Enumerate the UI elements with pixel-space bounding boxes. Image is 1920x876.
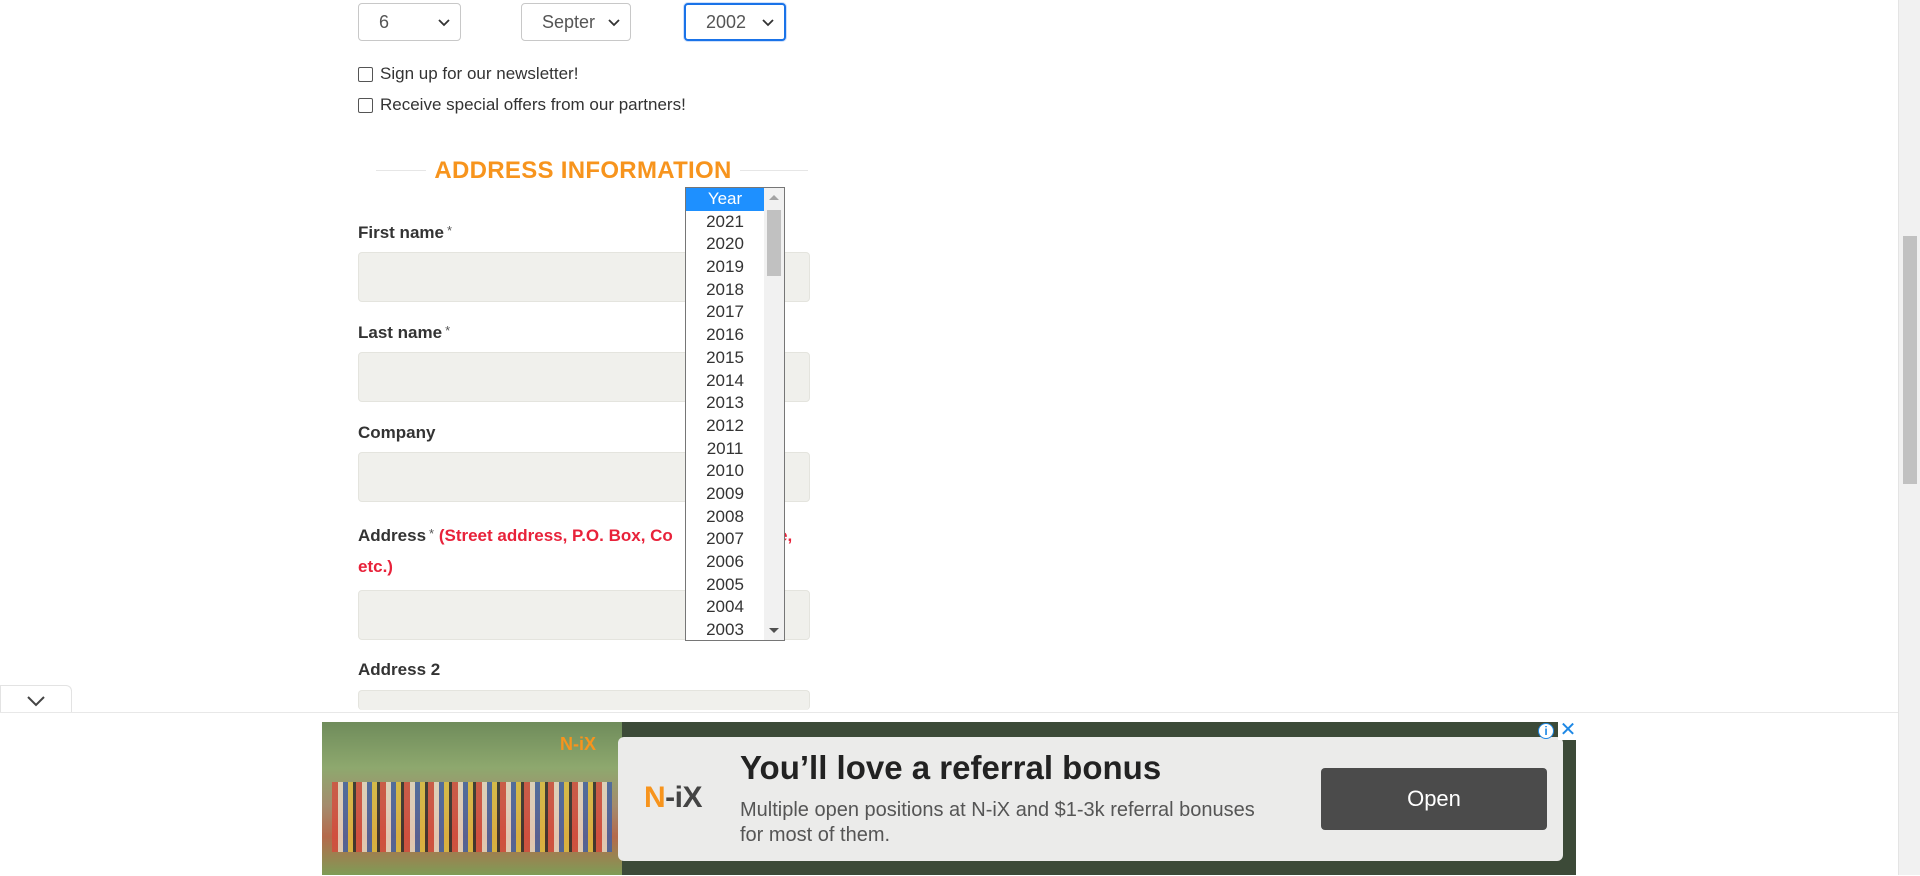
chevron-down-icon [608, 19, 620, 27]
year-option[interactable]: 2014 [686, 370, 764, 393]
year-option[interactable]: 2009 [686, 483, 764, 506]
year-option[interactable]: Year [686, 188, 764, 211]
first-name-label: First name * [358, 223, 452, 243]
year-option[interactable]: 2016 [686, 324, 764, 347]
year-option[interactable]: 2012 [686, 415, 764, 438]
required-mark: * [429, 526, 435, 541]
page-scroll-thumb[interactable] [1903, 236, 1917, 484]
ad-brand-logo: N-iX [644, 781, 703, 815]
newsletter-label: Sign up for our newsletter! [380, 64, 579, 83]
required-mark: * [445, 323, 451, 338]
year-option[interactable]: 2017 [686, 301, 764, 324]
year-option[interactable]: 2011 [686, 438, 764, 461]
address-label-text: Address [358, 526, 427, 545]
last-name-label: Last name * [358, 323, 450, 343]
ad-close-icon[interactable]: ✕ [1558, 720, 1578, 740]
address-label: Address * (Street address, P.O. Box, Co [358, 526, 673, 546]
scroll-down-arrow-icon[interactable] [769, 628, 779, 633]
ad-banner[interactable]: N-iX N-iX You’ll love a referral bonus M… [322, 722, 1576, 875]
ad-collapse-tab[interactable] [0, 685, 72, 713]
year-option[interactable]: 2006 [686, 551, 764, 574]
year-option[interactable]: 2010 [686, 460, 764, 483]
newsletter-checkbox[interactable] [358, 66, 373, 82]
dropdown-scroll-thumb[interactable] [767, 210, 781, 276]
chevron-down-icon [27, 696, 45, 707]
address-hint: (Street address, P.O. Box, Co [438, 526, 673, 545]
address-hint-line2: etc.) [358, 557, 393, 577]
year-option[interactable]: 2019 [686, 256, 764, 279]
address2-label: Address 2 [358, 660, 441, 679]
year-option[interactable]: 2015 [686, 347, 764, 370]
page-scrollbar[interactable] [1898, 0, 1920, 875]
scroll-up-arrow-icon[interactable] [769, 195, 779, 200]
year-option[interactable]: 2004 [686, 596, 764, 619]
year-option[interactable]: 2013 [686, 392, 764, 415]
offers-checkbox[interactable] [358, 97, 373, 113]
year-dropdown-list[interactable]: Year 2021 2020 2019 2018 2017 2016 2015 2014 2013… [685, 187, 785, 641]
day-select-value: 6 [379, 11, 390, 32]
year-option[interactable]: 2020 [686, 233, 764, 256]
ad-brand-rest: -iX [665, 781, 703, 814]
address2-input[interactable] [358, 690, 810, 710]
ad-body: Multiple open positions at N-iX and $1-3… [740, 799, 1255, 846]
ad-info-icon[interactable]: i [1538, 723, 1554, 739]
newsletter-checkbox-row[interactable]: Sign up for our newsletter! [358, 64, 578, 84]
required-mark: * [446, 223, 453, 238]
year-select[interactable]: 2002 [684, 3, 786, 41]
year-options: Year 2021 2020 2019 2018 2017 2016 2015 2014 2013… [686, 188, 764, 640]
year-select-value: 2002 [706, 11, 747, 32]
year-option[interactable]: 2021 [686, 211, 764, 234]
first-name-label-text: First name [358, 223, 444, 242]
address-section-title: ADDRESS INFORMATION [434, 157, 732, 184]
year-option[interactable]: 2018 [686, 279, 764, 302]
ad-photo: N-iX [322, 722, 622, 875]
ad-brand-n: N [644, 781, 666, 814]
ad-card[interactable]: N-iX You’ll love a referral bonus Multip… [618, 737, 1563, 861]
month-select[interactable]: Septer [521, 3, 631, 41]
year-option[interactable]: 2008 [686, 506, 764, 529]
ad-photo-logo: N-iX [560, 734, 596, 754]
chevron-down-icon [438, 19, 450, 27]
dropdown-scrollbar[interactable] [764, 188, 784, 640]
chevron-down-icon [762, 19, 774, 27]
company-label: Company [358, 423, 436, 442]
address-hint-line2-text: etc.) [358, 557, 393, 576]
ad-open-button[interactable]: Open [1321, 768, 1547, 830]
year-option[interactable]: 2003 [686, 619, 764, 640]
offers-checkbox-row[interactable]: Receive special offers from our partners… [358, 95, 686, 115]
month-select-value: Septer [542, 11, 596, 32]
last-name-label-text: Last name [358, 323, 443, 342]
year-option[interactable]: 2007 [686, 528, 764, 551]
year-option[interactable]: 2005 [686, 574, 764, 597]
ad-photo-crowd [332, 782, 612, 852]
day-select[interactable]: 6 [358, 3, 461, 41]
offers-label: Receive special offers from our partners… [380, 95, 686, 114]
address-section-heading: ADDRESS INFORMATION [358, 155, 808, 185]
ad-headline: You’ll love a referral bonus [740, 749, 1162, 786]
